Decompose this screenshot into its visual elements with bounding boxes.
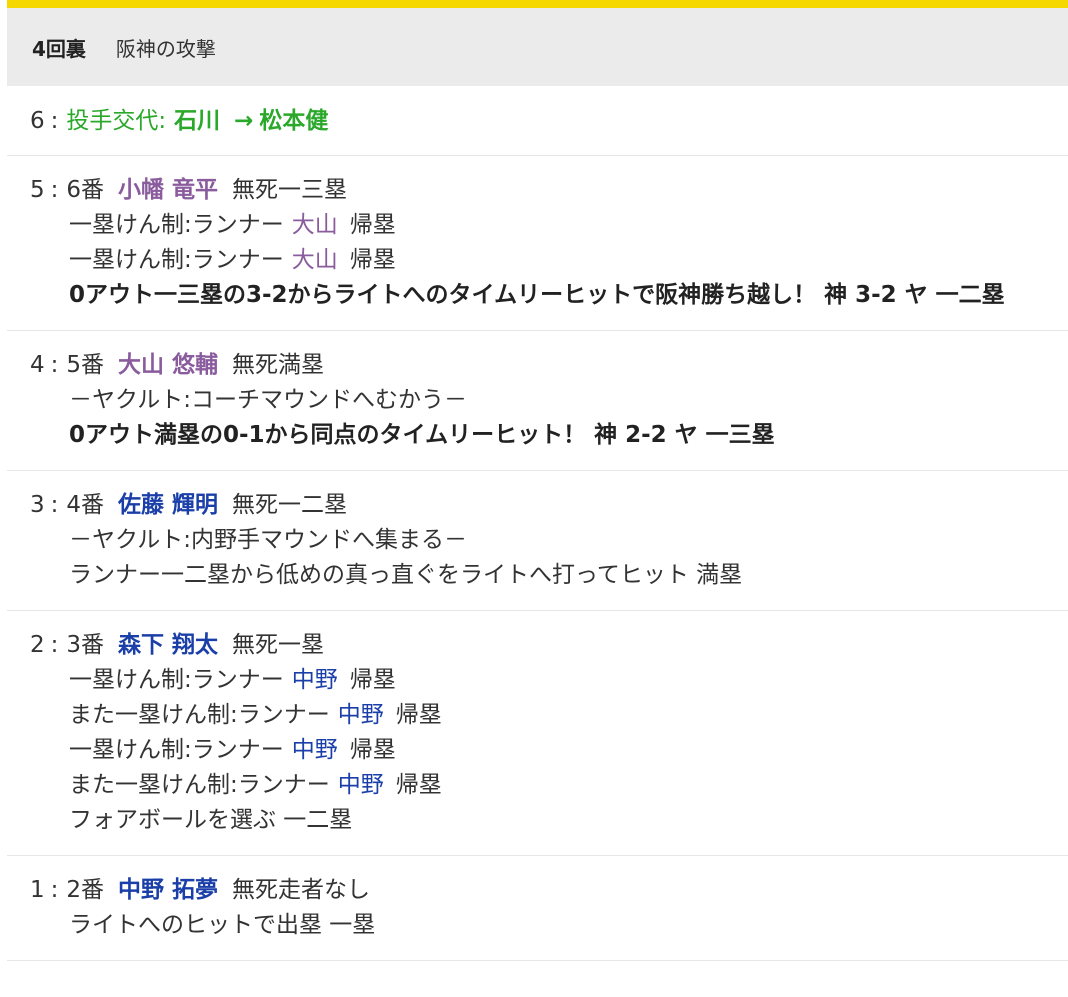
- batting-order: 2番: [66, 877, 105, 903]
- event-text: また一塁けん制:ランナー: [69, 702, 330, 728]
- batting-order: 5番: [66, 352, 105, 378]
- play-separator: :: [50, 492, 59, 518]
- play-item-4: 4 : 5番 大山 悠輔 無死満塁 －ヤクルト:コーチマウンドへむかう－ 0アウ…: [7, 331, 1068, 471]
- pickoff-event: 一塁けん制:ランナー 中野 帰塁: [30, 733, 1058, 768]
- play-item-2: 2 : 3番 森下 翔太 無死一塁 一塁けん制:ランナー 中野 帰塁 また一塁けん制…: [7, 611, 1068, 856]
- play-result: 0アウト満塁の0-1から同点のタイムリーヒット！ 神 2-2 ヤ 一三塁: [69, 422, 775, 448]
- play-header: 2 : 3番 森下 翔太 無死一塁: [30, 628, 1058, 663]
- play-note: －ヤクルト:コーチマウンドへむかう－: [69, 387, 468, 413]
- event-result: 帰塁: [349, 737, 396, 763]
- runner-name[interactable]: 中野: [292, 737, 338, 763]
- play-number: 5: [30, 177, 45, 203]
- play-result: ランナー一二塁から低めの真っ直ぐをライトへ打ってヒット 満塁: [69, 562, 743, 588]
- play-by-play-panel: 4回裏 阪神の攻撃 6 : 投手交代: 石川 → 松本健 5 : 6番 小幡 竜…: [0, 0, 1068, 961]
- play-result: フォアボールを選ぶ 一二塁: [69, 807, 353, 833]
- inning-header: 4回裏 阪神の攻撃: [7, 8, 1068, 86]
- pickoff-event: また一塁けん制:ランナー 中野 帰塁: [30, 768, 1058, 803]
- pickoff-event: 一塁けん制:ランナー 大山 帰塁: [30, 208, 1058, 243]
- play-item-5: 5 : 6番 小幡 竜平 無死一三塁 一塁けん制:ランナー 大山 帰塁 一塁けん制:…: [7, 156, 1068, 331]
- event-result: 帰塁: [349, 667, 396, 693]
- pitcher-to[interactable]: 松本健: [259, 104, 328, 139]
- play-number: 3: [30, 492, 45, 518]
- batter-name[interactable]: 大山 悠輔: [118, 348, 218, 383]
- pickoff-event: また一塁けん制:ランナー 中野 帰塁: [30, 698, 1058, 733]
- play-number: 2: [30, 632, 45, 658]
- event-result: 帰塁: [349, 247, 396, 273]
- play-header: 6 : 投手交代: 石川 → 松本健: [30, 104, 1058, 139]
- runner-name[interactable]: 大山: [292, 247, 338, 273]
- play-separator: :: [50, 352, 59, 378]
- play-header: 5 : 6番 小幡 竜平 無死一三塁: [30, 173, 1058, 208]
- event-text: 一塁けん制:ランナー: [69, 212, 284, 238]
- play-header: 4 : 5番 大山 悠輔 無死満塁: [30, 348, 1058, 383]
- play-item-6: 6 : 投手交代: 石川 → 松本健: [7, 86, 1068, 156]
- event-text: 一塁けん制:ランナー: [69, 247, 284, 273]
- play-separator: :: [50, 632, 59, 658]
- pickoff-event: 一塁けん制:ランナー 中野 帰塁: [30, 663, 1058, 698]
- base-situation: 無死一二塁: [232, 492, 348, 518]
- runner-name[interactable]: 大山: [292, 212, 338, 238]
- batter-name[interactable]: 小幡 竜平: [118, 173, 218, 208]
- play-item-3: 3 : 4番 佐藤 輝明 無死一二塁 －ヤクルト:内野手マウンドへ集まる－ ラン…: [7, 471, 1068, 611]
- pickoff-event: 一塁けん制:ランナー 大山 帰塁: [30, 243, 1058, 278]
- play-header: 3 : 4番 佐藤 輝明 無死一二塁: [30, 488, 1058, 523]
- batting-order: 4番: [66, 492, 105, 518]
- batter-name[interactable]: 中野 拓夢: [118, 873, 218, 908]
- play-header: 1 : 2番 中野 拓夢 無死走者なし: [30, 873, 1058, 908]
- play-result: 0アウト一三塁の3-2からライトへのタイムリーヒットで阪神勝ち越し！ 神 3-2…: [69, 282, 1005, 308]
- change-arrow: →: [234, 108, 254, 134]
- event-text: 一塁けん制:ランナー: [69, 737, 284, 763]
- inning-number: 4回裏: [32, 36, 86, 61]
- play-separator: :: [50, 877, 59, 903]
- batting-order: 6番: [66, 177, 105, 203]
- base-situation: 無死走者なし: [232, 877, 371, 903]
- runner-name[interactable]: 中野: [338, 702, 384, 728]
- runner-name[interactable]: 中野: [292, 667, 338, 693]
- batting-order: 3番: [66, 632, 105, 658]
- play-separator: :: [50, 108, 59, 134]
- base-situation: 無死一塁: [232, 632, 325, 658]
- event-result: 帰塁: [349, 212, 396, 238]
- event-text: 一塁けん制:ランナー: [69, 667, 284, 693]
- play-note: －ヤクルト:内野手マウンドへ集まる－: [69, 527, 468, 553]
- event-text: また一塁けん制:ランナー: [69, 772, 330, 798]
- runner-name[interactable]: 中野: [338, 772, 384, 798]
- event-result: 帰塁: [395, 702, 442, 728]
- pitcher-change-label: 投手交代:: [66, 108, 167, 134]
- play-separator: :: [50, 177, 59, 203]
- base-situation: 無死一三塁: [232, 177, 348, 203]
- inning-description: 阪神の攻撃: [115, 36, 216, 61]
- pitcher-from[interactable]: 石川: [174, 104, 220, 139]
- play-number: 1: [30, 877, 45, 903]
- play-list: 6 : 投手交代: 石川 → 松本健 5 : 6番 小幡 竜平 無死一三塁 一塁…: [7, 86, 1068, 961]
- event-result: 帰塁: [395, 772, 442, 798]
- play-number: 6: [30, 108, 45, 134]
- batter-name[interactable]: 佐藤 輝明: [118, 488, 218, 523]
- play-result: ライトへのヒットで出塁 一塁: [69, 912, 376, 938]
- base-situation: 無死満塁: [232, 352, 325, 378]
- accent-bar: [7, 0, 1068, 8]
- play-number: 4: [30, 352, 45, 378]
- batter-name[interactable]: 森下 翔太: [118, 628, 218, 663]
- play-item-1: 1 : 2番 中野 拓夢 無死走者なし ライトへのヒットで出塁 一塁: [7, 856, 1068, 961]
